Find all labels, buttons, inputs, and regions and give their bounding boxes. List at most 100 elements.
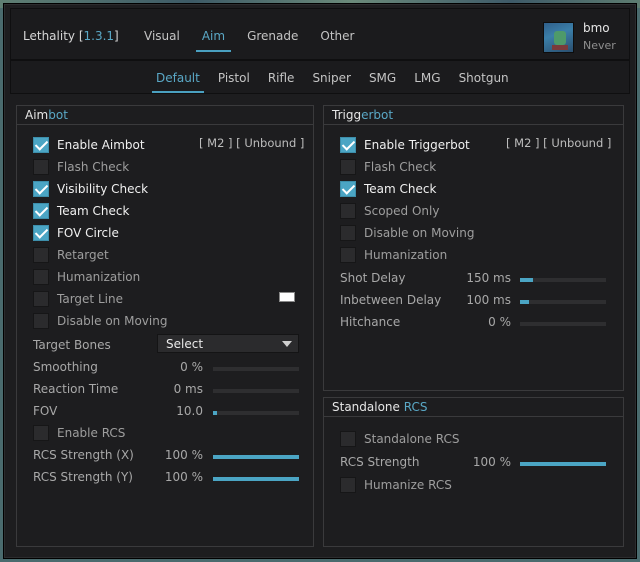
tab-other[interactable]: Other xyxy=(320,29,354,43)
checkbox-flash-check[interactable]: Flash Check xyxy=(33,158,129,176)
subscription-status: Never xyxy=(583,39,616,52)
user-profile: bmo Never xyxy=(543,17,623,53)
checkbox-checked-icon[interactable] xyxy=(340,181,356,197)
slider-value: 100 % xyxy=(472,455,511,469)
triggerbot-panel-title: Triggerbot xyxy=(332,108,394,122)
slider-fill xyxy=(520,462,606,466)
checkbox-target-line[interactable]: Target Line xyxy=(33,290,123,308)
checkbox-unchecked-icon[interactable] xyxy=(340,203,356,219)
checkbox-unchecked-icon[interactable] xyxy=(33,313,49,329)
subtab-smg[interactable]: SMG xyxy=(369,71,396,85)
checkbox-label: FOV Circle xyxy=(57,226,119,240)
slider-reaction-time[interactable] xyxy=(213,389,299,393)
slider-fill xyxy=(520,278,533,282)
slider-label-rcs-strength: RCS Strength xyxy=(340,455,420,469)
slider-value: 150 ms xyxy=(466,271,511,285)
checkbox-label: Enable Triggerbot xyxy=(364,138,470,152)
checkbox-unchecked-icon[interactable] xyxy=(33,269,49,285)
checkbox-unchecked-icon[interactable] xyxy=(33,247,49,263)
triggerbot-panel: Triggerbot [ M2 ] [ Unbound ] Enable Tri… xyxy=(323,105,624,391)
tab-aim[interactable]: Aim xyxy=(195,29,232,52)
checkbox-enable-rcs[interactable]: Enable RCS xyxy=(33,424,125,442)
brand-version: 1.3.1 xyxy=(83,29,115,43)
checkbox-humanization[interactable]: Humanization xyxy=(340,246,447,264)
slider-fill xyxy=(213,411,217,415)
checkbox-unchecked-icon[interactable] xyxy=(33,291,49,307)
checkbox-humanization[interactable]: Humanization xyxy=(33,268,140,286)
checkbox-disable-on-moving[interactable]: Disable on Moving xyxy=(340,224,474,242)
checkbox-disable-on-moving[interactable]: Disable on Moving xyxy=(33,312,167,330)
checkbox-visibility-check[interactable]: Visibility Check xyxy=(33,180,148,198)
slider-value: 0 % xyxy=(488,315,511,329)
checkbox-enable-aimbot[interactable]: Enable Aimbot xyxy=(33,136,145,154)
subtab-sniper[interactable]: Sniper xyxy=(312,71,351,85)
checkbox-label: Visibility Check xyxy=(57,182,149,196)
panel-divider xyxy=(17,124,313,125)
slider-hitchance[interactable] xyxy=(520,322,606,326)
checkbox-unchecked-icon[interactable] xyxy=(33,159,49,175)
slider-shot-delay[interactable] xyxy=(520,278,606,282)
brand-title: Lethality [1.3.1] xyxy=(23,29,119,43)
slider-fill xyxy=(213,455,299,459)
slider-label-hitchance: Hitchance xyxy=(340,315,401,329)
slider-label-reaction-time: Reaction Time xyxy=(33,382,119,396)
checkbox-unchecked-icon[interactable] xyxy=(340,225,356,241)
target-bones-value: Select xyxy=(166,337,204,351)
slider-fov[interactable] xyxy=(213,411,299,415)
checkbox-fov-circle[interactable]: FOV Circle xyxy=(33,224,119,242)
aimbot-keybind[interactable]: [ M2 ] [ Unbound ] xyxy=(199,136,304,150)
tab-grenade[interactable]: Grenade xyxy=(247,29,298,43)
checkbox-unchecked-icon[interactable] xyxy=(340,247,356,263)
slider-inbetween-delay[interactable] xyxy=(520,300,606,304)
subtab-lmg[interactable]: LMG xyxy=(414,71,440,85)
checkbox-unchecked-icon[interactable] xyxy=(33,425,49,441)
target-line-color-swatch[interactable] xyxy=(279,292,295,302)
checkbox-team-check[interactable]: Team Check xyxy=(33,202,129,220)
checkbox-scoped-only[interactable]: Scoped Only xyxy=(340,202,439,220)
slider-value: 10.0 xyxy=(176,404,203,418)
target-bones-dropdown[interactable]: Select xyxy=(157,334,299,353)
chevron-down-icon xyxy=(282,341,292,347)
checkbox-retarget[interactable]: Retarget xyxy=(33,246,109,264)
standalone-rcs-panel: Standalone RCS Standalone RCS RCS Strengt… xyxy=(323,397,624,547)
checkbox-unchecked-icon[interactable] xyxy=(340,477,356,493)
slider-rcs-strength[interactable] xyxy=(520,462,606,466)
slider-fill xyxy=(213,477,299,481)
checkbox-label: Humanization xyxy=(57,270,141,284)
weapon-tabs-bar: Default Pistol Rifle Sniper SMG LMG Shot… xyxy=(10,60,630,94)
slider-smoothing[interactable] xyxy=(213,367,299,371)
checkbox-checked-icon[interactable] xyxy=(33,225,49,241)
checkbox-enable-triggerbot[interactable]: Enable Triggerbot xyxy=(340,136,470,154)
subtab-pistol[interactable]: Pistol xyxy=(218,71,250,85)
weapon-tabs: Default Pistol Rifle Sniper SMG LMG Shot… xyxy=(152,71,527,93)
checkbox-team-check[interactable]: Team Check xyxy=(340,180,436,198)
slider-rcs-strength-y[interactable] xyxy=(213,477,299,481)
checkbox-unchecked-icon[interactable] xyxy=(340,159,356,175)
checkbox-checked-icon[interactable] xyxy=(33,203,49,219)
checkbox-label: Humanize RCS xyxy=(364,478,452,492)
cheat-menu-window: Lethality [1.3.1] Visual Aim Grenade Oth… xyxy=(3,3,637,559)
checkbox-humanize-rcs[interactable]: Humanize RCS xyxy=(340,476,452,494)
checkbox-label: Scoped Only xyxy=(364,204,440,218)
slider-value: 0 % xyxy=(180,360,203,374)
checkbox-flash-check[interactable]: Flash Check xyxy=(340,158,436,176)
triggerbot-keybind[interactable]: [ M2 ] [ Unbound ] xyxy=(506,136,611,150)
checkbox-standalone-rcs[interactable]: Standalone RCS xyxy=(340,430,459,448)
checkbox-label: Standalone RCS xyxy=(364,432,460,446)
subtab-rifle[interactable]: Rifle xyxy=(268,71,295,85)
username: bmo xyxy=(583,21,610,35)
panel-divider xyxy=(324,416,623,417)
slider-value: 100 % xyxy=(164,470,203,484)
subtab-shotgun[interactable]: Shotgun xyxy=(459,71,509,85)
checkbox-checked-icon[interactable] xyxy=(340,137,356,153)
checkbox-checked-icon[interactable] xyxy=(33,181,49,197)
checkbox-label: Team Check xyxy=(364,182,437,196)
subtab-default[interactable]: Default xyxy=(152,71,204,93)
checkbox-checked-icon[interactable] xyxy=(33,137,49,153)
aimbot-panel-title: Aimbot xyxy=(25,108,68,122)
tab-visual[interactable]: Visual xyxy=(144,29,180,43)
main-tabs: Visual Aim Grenade Other xyxy=(144,29,376,52)
brand-name: Lethality xyxy=(23,29,75,43)
checkbox-unchecked-icon[interactable] xyxy=(340,431,356,447)
slider-rcs-strength-x[interactable] xyxy=(213,455,299,459)
